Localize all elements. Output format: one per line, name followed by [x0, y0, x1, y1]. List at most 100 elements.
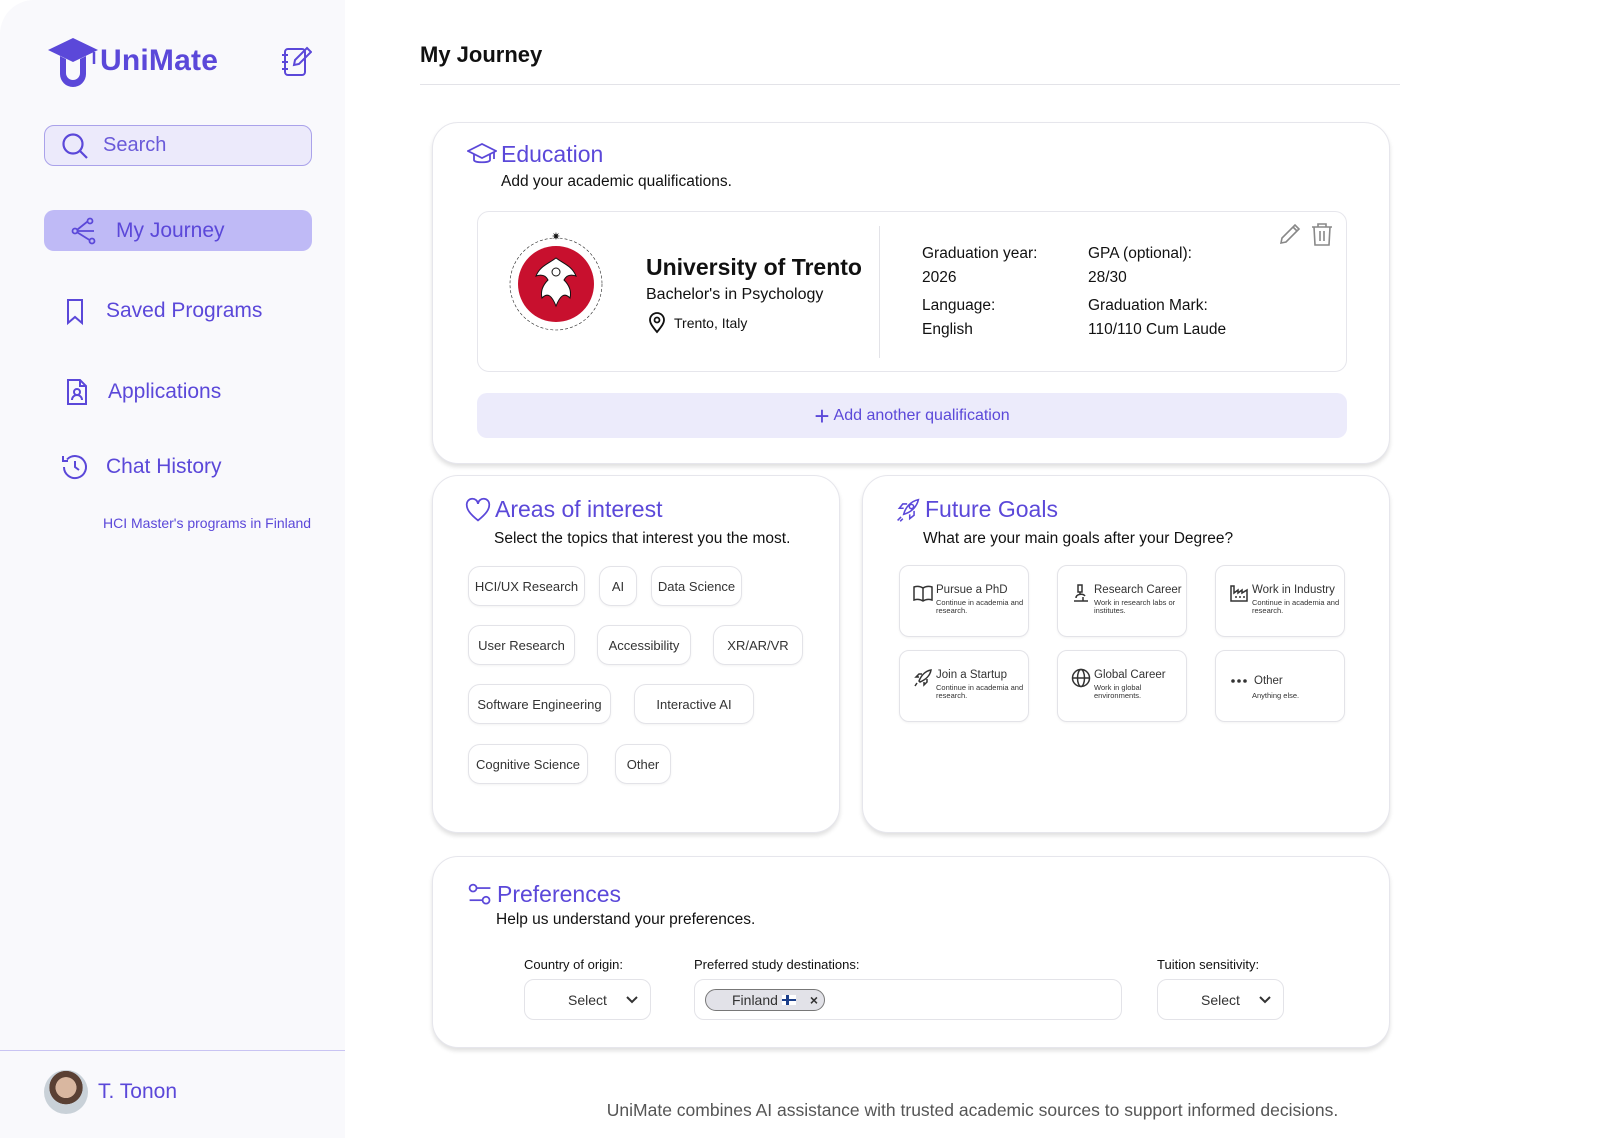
bookmark-icon — [67, 298, 83, 325]
interest-chip-other[interactable]: Other — [615, 744, 671, 784]
select-value: Select — [1201, 991, 1240, 1008]
graduation-year-label: Graduation year: — [922, 245, 1038, 262]
finland-flag-icon — [781, 995, 796, 1005]
interest-chip-hci-ux[interactable]: HCI/UX Research — [468, 566, 585, 606]
nav-label: Saved Programs — [106, 298, 263, 322]
goals-subtitle: What are your main goals after your Degr… — [923, 530, 1234, 547]
nav-chat-history[interactable]: Chat History — [44, 446, 312, 487]
location-pin-icon — [649, 312, 665, 334]
location-text: Trento, Italy — [674, 315, 748, 331]
heart-icon — [465, 497, 491, 522]
search-box[interactable] — [44, 125, 312, 166]
goal-title: Research Career — [1094, 584, 1182, 596]
university-seal-logo: ✷ — [504, 231, 608, 336]
goal-description: Continue in academia and research. — [936, 683, 1024, 700]
edit-pencil-icon[interactable] — [1278, 222, 1302, 246]
add-qualification-button[interactable]: + Add another qualification — [477, 393, 1347, 438]
interest-chip-ai[interactable]: AI — [599, 566, 637, 606]
delete-trash-icon[interactable] — [1310, 221, 1334, 247]
preferences-card: Preferences Help us understand your pref… — [432, 856, 1390, 1048]
nav-applications[interactable]: Applications — [44, 371, 312, 412]
svg-text:✷: ✷ — [551, 231, 560, 243]
gpa-value: 28/30 — [1088, 269, 1127, 286]
sidebar: UniMate My Journey Saved Programs Applic… — [0, 0, 345, 1138]
rocket-icon — [914, 669, 932, 687]
interest-chip-data-science[interactable]: Data Science — [651, 566, 742, 606]
goals-header: Future Goals — [895, 496, 1058, 523]
add-qualification-label: Add another qualification — [833, 406, 1010, 424]
title-divider — [420, 84, 1400, 85]
search-input[interactable] — [103, 134, 293, 157]
education-subtitle: Add your academic qualifications. — [501, 173, 732, 190]
interests-header: Areas of interest — [465, 496, 662, 523]
interest-chip-accessibility[interactable]: Accessibility — [597, 625, 691, 665]
education-title: Education — [501, 140, 604, 167]
interest-chip-cognitive-science[interactable]: Cognitive Science — [468, 744, 588, 784]
goals-card: Future Goals What are your main goals af… — [862, 475, 1390, 833]
entry-divider — [879, 226, 880, 358]
globe-icon — [1071, 668, 1091, 688]
more-dots-icon — [1231, 679, 1247, 683]
select-value: Select — [568, 991, 607, 1008]
country-of-origin-label: Country of origin: — [524, 957, 623, 972]
nav-my-journey[interactable]: My Journey — [44, 210, 312, 251]
sidebar-divider — [0, 1050, 345, 1051]
preferences-sliders-icon — [468, 883, 491, 905]
new-note-icon[interactable] — [280, 44, 312, 78]
tuition-sensitivity-select[interactable]: Select — [1157, 979, 1284, 1020]
interest-chip-interactive-ai[interactable]: Interactive AI — [634, 684, 754, 724]
interest-chip-software-engineering[interactable]: Software Engineering — [468, 684, 611, 724]
graduation-mark-value: 110/110 Cum Laude — [1088, 321, 1227, 338]
gpa-label: GPA (optional): — [1088, 245, 1192, 262]
goal-title: Work in Industry — [1252, 584, 1335, 596]
destinations-input[interactable]: Finland × — [694, 979, 1122, 1020]
destinations-label: Preferred study destinations: — [694, 957, 860, 972]
graduation-year-value: 2026 — [922, 269, 957, 286]
goal-tile-startup[interactable]: Join a Startup Continue in academia and … — [899, 650, 1029, 722]
goal-description: Work in research labs or institutes. — [1094, 598, 1176, 615]
interests-title: Areas of interest — [495, 496, 663, 522]
nav-label: Chat History — [106, 454, 222, 478]
nav-label: My Journey — [116, 218, 225, 242]
goal-tile-global-career[interactable]: Global Career Work in global environment… — [1057, 650, 1187, 722]
goal-title: Pursue a PhD — [936, 584, 1008, 596]
remove-tag-icon[interactable]: × — [810, 992, 818, 1008]
chevron-down-icon — [1259, 996, 1271, 1004]
search-icon — [62, 132, 88, 159]
history-clock-icon — [62, 454, 87, 479]
goal-description: Continue in academia and research. — [1252, 598, 1340, 615]
interest-chip-user-research[interactable]: User Research — [468, 625, 575, 665]
app-logo[interactable]: UniMate — [46, 34, 218, 88]
goal-tile-industry[interactable]: Work in Industry Continue in academia an… — [1215, 565, 1345, 637]
goal-tile-other[interactable]: Other Anything else. — [1215, 650, 1345, 722]
goal-description: Continue in academia and research. — [936, 598, 1024, 615]
tuition-sensitivity-label: Tuition sensitivity: — [1157, 957, 1260, 972]
destination-tag[interactable]: Finland × — [705, 989, 826, 1011]
page-title: My Journey — [420, 42, 543, 67]
country-of-origin-select[interactable]: Select — [524, 979, 651, 1020]
graduation-cap-logo-icon — [48, 38, 98, 87]
book-icon — [913, 585, 933, 602]
app-name: UniMate — [100, 44, 219, 77]
interests-subtitle: Select the topics that interest you the … — [494, 530, 791, 547]
nav-saved-programs[interactable]: Saved Programs — [44, 290, 312, 331]
degree-name: Bachelor's in Psychology — [646, 286, 824, 303]
goal-tile-research-career[interactable]: Research Career Work in research labs or… — [1057, 565, 1187, 637]
plus-icon: + — [814, 400, 830, 431]
application-document-icon — [67, 378, 87, 405]
microscope-icon — [1074, 584, 1088, 602]
goal-title: Other — [1254, 675, 1283, 687]
destination-tag-label: Finland — [732, 992, 778, 1008]
chat-history-item[interactable]: HCI Master's programs in Finland — [103, 515, 311, 531]
interest-chip-xr-ar-vr[interactable]: XR/AR/VR — [713, 625, 803, 665]
footer-disclaimer: UniMate combines AI assistance with trus… — [606, 1100, 1339, 1120]
language-value: English — [922, 321, 973, 338]
journey-path-icon — [71, 217, 96, 244]
goals-title: Future Goals — [925, 496, 1058, 522]
goal-description: Work in global environments. — [1094, 683, 1142, 700]
goal-tile-phd[interactable]: Pursue a PhD Continue in academia and re… — [899, 565, 1029, 637]
graduation-cap-icon — [467, 142, 497, 164]
goal-description: Anything else. — [1252, 691, 1300, 700]
language-label: Language: — [922, 297, 996, 314]
university-location: Trento, Italy — [646, 312, 747, 334]
